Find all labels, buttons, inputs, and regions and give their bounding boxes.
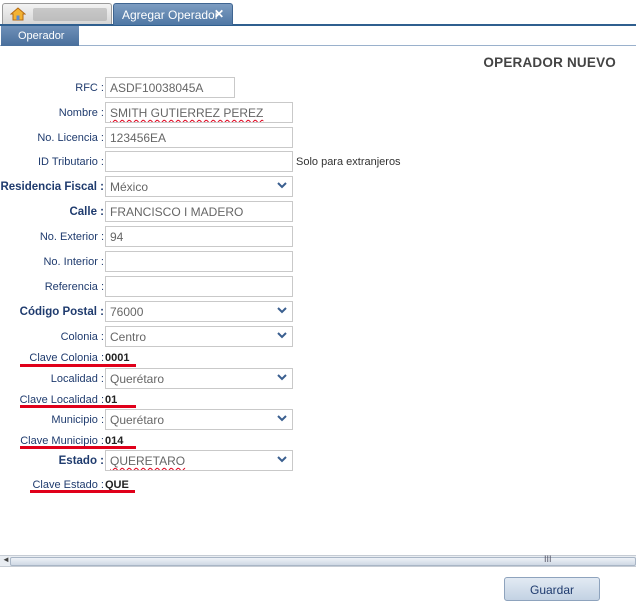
row-nombre: Nombre : SMITH GUTIERREZ PEREZ — [0, 102, 520, 124]
residencia-value: México — [110, 180, 149, 194]
chevron-down-icon — [277, 456, 287, 463]
municipio-label: Municipio : — [51, 414, 104, 426]
chevron-down-icon — [277, 415, 287, 422]
codigo-postal-label: Código Postal : — [19, 306, 104, 318]
home-icon — [10, 7, 26, 21]
referencia-input[interactable] — [105, 276, 293, 297]
tab-home[interactable] — [2, 3, 112, 24]
row-residencia: Residencia Fiscal : México — [0, 176, 520, 198]
licencia-label: No. Licencia : — [37, 132, 104, 144]
highlight-underline — [20, 405, 136, 408]
id-tributario-label: ID Tributario : — [37, 156, 104, 168]
highlight-underline — [30, 490, 135, 493]
horizontal-scrollbar[interactable]: ◄ III — [0, 554, 636, 567]
tab-operador[interactable]: Operador — [1, 26, 79, 46]
close-icon[interactable]: ✕ — [214, 7, 224, 21]
tab-agregar-operador[interactable]: Agregar Operador ✕ — [113, 3, 233, 25]
codigo-postal-select[interactable]: 76000 — [105, 301, 293, 322]
row-municipio: Municipio : Querétaro — [0, 409, 520, 431]
tab-home-placeholder — [33, 8, 107, 21]
colonia-value: Centro — [110, 330, 147, 344]
page-title: OPERADOR NUEVO — [483, 55, 616, 70]
top-tab-bar: Agregar Operador ✕ — [0, 0, 636, 26]
nombre-label: Nombre : — [58, 107, 104, 119]
colonia-select[interactable]: Centro — [105, 326, 293, 347]
licencia-input[interactable]: 123456EA — [105, 127, 293, 148]
interior-label: No. Interior : — [43, 256, 104, 268]
row-colonia: Colonia : Centro — [0, 326, 520, 348]
localidad-value: Querétaro — [110, 372, 165, 386]
row-calle: Calle : FRANCISCO I MADERO — [0, 201, 520, 223]
row-codigo-postal: Código Postal : 76000 — [0, 301, 520, 323]
rfc-input[interactable]: ASDF10038045A — [105, 77, 235, 98]
calle-input[interactable]: FRANCISCO I MADERO — [105, 201, 293, 222]
residencia-select[interactable]: México — [105, 176, 293, 197]
chevron-down-icon — [277, 374, 287, 381]
row-id-tributario: ID Tributario : Solo para extranjeros — [0, 151, 520, 173]
localidad-select[interactable]: Querétaro — [105, 368, 293, 389]
colonia-label: Colonia : — [60, 331, 104, 343]
estado-select[interactable]: QUERETARO — [105, 450, 293, 471]
residencia-label: Residencia Fiscal : — [0, 181, 104, 193]
row-licencia: No. Licencia : 123456EA — [0, 127, 520, 149]
scrollbar-thumb[interactable] — [10, 557, 636, 566]
chevron-down-icon — [277, 332, 287, 339]
id-tributario-hint: Solo para extranjeros — [296, 156, 401, 168]
tab-agregar-operador-label: Agregar Operador — [122, 8, 219, 22]
row-estado: Estado : QUERETARO — [0, 450, 520, 472]
estado-value: QUERETARO — [110, 454, 186, 468]
row-localidad: Localidad : Querétaro — [0, 368, 520, 390]
highlight-underline — [20, 446, 136, 449]
row-exterior: No. Exterior : 94 — [0, 226, 520, 248]
calle-label: Calle : — [69, 206, 104, 218]
save-button[interactable]: Guardar — [504, 577, 600, 601]
scroll-left-icon[interactable]: ◄ — [2, 555, 10, 564]
chevron-down-icon — [277, 307, 287, 314]
chevron-down-icon — [277, 182, 287, 189]
municipio-value: Querétaro — [110, 413, 165, 427]
id-tributario-input[interactable] — [105, 151, 293, 172]
referencia-label: Referencia : — [44, 281, 104, 293]
sub-tab-bar: Operador — [0, 26, 636, 46]
highlight-underline — [20, 364, 136, 367]
interior-input[interactable] — [105, 251, 293, 272]
codigo-postal-value: 76000 — [110, 305, 144, 319]
localidad-label: Localidad : — [50, 373, 104, 385]
nombre-value: SMITH GUTIERREZ PEREZ — [110, 106, 264, 120]
row-referencia: Referencia : — [0, 276, 520, 298]
exterior-label: No. Exterior : — [39, 231, 104, 243]
municipio-select[interactable]: Querétaro — [105, 409, 293, 430]
scrollbar-grip: III — [544, 554, 552, 564]
estado-label: Estado : — [58, 455, 104, 467]
clave-colonia-label: Clave Colonia : — [29, 352, 104, 364]
row-rfc: RFC : ASDF10038045A — [0, 77, 520, 99]
exterior-input[interactable]: 94 — [105, 226, 293, 247]
row-interior: No. Interior : — [0, 251, 520, 273]
clave-colonia-value: 0001 — [105, 352, 130, 364]
nombre-input[interactable]: SMITH GUTIERREZ PEREZ — [105, 102, 293, 123]
rfc-label: RFC : — [75, 82, 104, 94]
